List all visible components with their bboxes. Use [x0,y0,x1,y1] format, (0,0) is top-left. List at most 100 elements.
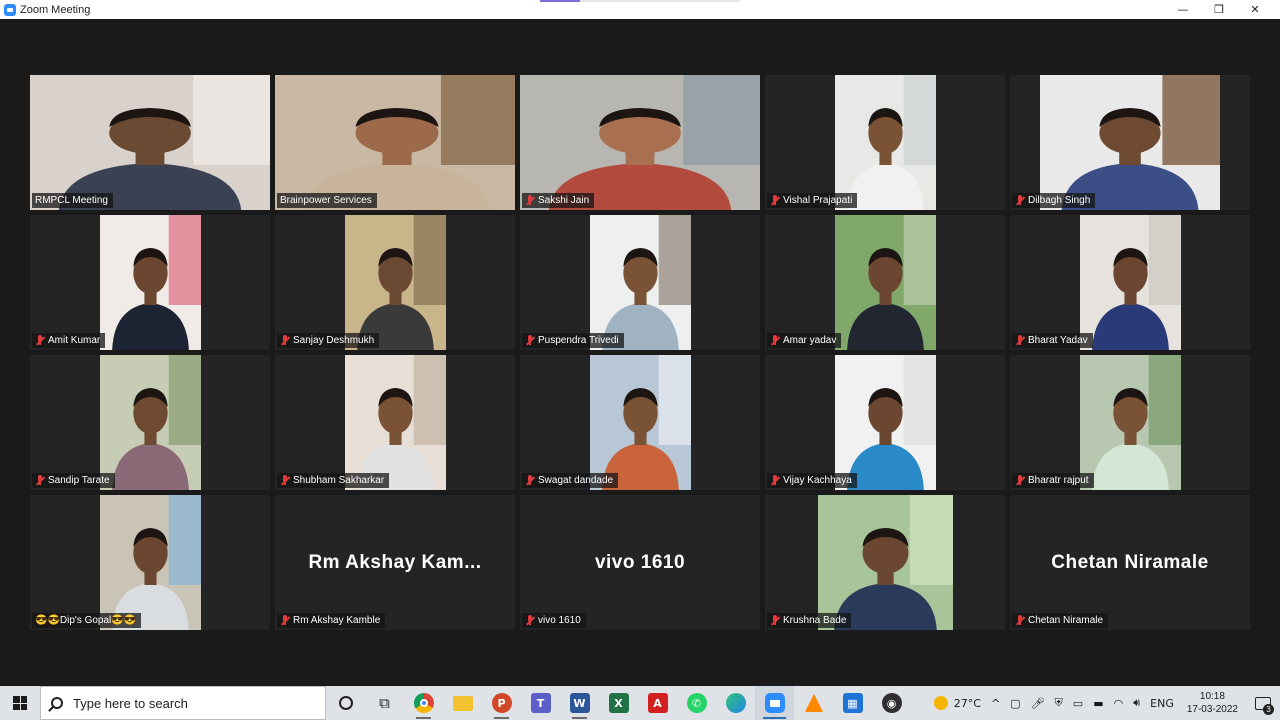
participant-video [100,355,201,490]
participant-name-tag: vivo 1610 [522,613,586,628]
taskbar-search[interactable] [40,686,326,720]
excel-icon: X [608,693,629,713]
participant-tile[interactable]: Shubham Sakharkar [275,355,515,490]
task-view-icon: ⧉ [379,694,390,712]
action-center-button[interactable]: 3 [1246,686,1280,720]
participant-video [100,215,201,350]
clock-time: 10:18 [1199,691,1225,702]
maximize-button[interactable]: ❐ [1201,0,1237,19]
participant-name: Vishal Prajapati [783,195,853,206]
participant-tile[interactable]: Amar yadav [765,215,1005,350]
muted-mic-icon [1015,475,1025,486]
teams-icon: T [530,693,551,713]
participant-tile[interactable]: Bharat Yadav [1010,215,1250,350]
battery-icon[interactable]: ▬ [1088,686,1108,720]
excel-app[interactable]: X [599,686,638,720]
task-view-button[interactable]: ⧉ [365,686,404,720]
participant-tile[interactable]: Rm Akshay Kam... Rm Akshay Kamble [275,495,515,630]
muted-mic-icon [525,335,535,346]
muted-mic-icon [770,615,780,626]
participant-tile[interactable]: Sanjay Deshmukh [275,215,515,350]
participant-tile[interactable]: Chetan Niramale Chetan Niramale [1010,495,1250,630]
participant-tile[interactable]: Sakshi Jain [520,75,760,210]
whatsapp-app[interactable]: ✆ [677,686,716,720]
participant-tile[interactable]: Puspendra Trivedi [520,215,760,350]
participant-tile[interactable]: Vishal Prajapati [765,75,1005,210]
muted-mic-icon [525,195,535,206]
participant-display-name: Chetan Niramale [1051,551,1209,573]
participant-name: Sanjay Deshmukh [293,335,375,346]
muted-mic-icon [770,195,780,206]
cortana-button[interactable] [326,686,365,720]
search-icon [51,697,63,709]
participant-tile[interactable]: RMPCL Meeting [30,75,270,210]
taskbar: ⧉ P T W X A ✆ ▦ ◉ 27°C ^ ▢ [0,686,1280,720]
participant-name: Brainpower Services [280,195,372,206]
participant-name: Sandip Tarate [48,475,110,486]
participant-name: Dilbagh Singh [1028,195,1091,206]
weather-widget[interactable]: 27°C [929,686,986,720]
participant-tile[interactable]: Sandip Tarate [30,355,270,490]
participant-tile[interactable]: Swagat dandade [520,355,760,490]
teams-app[interactable]: T [521,686,560,720]
participant-video [345,215,446,350]
taskbar-clock[interactable]: 10:18 17-03-2022 [1179,690,1246,716]
participant-tile[interactable]: Vijay Kachhaya [765,355,1005,490]
word-app[interactable]: W [560,686,599,720]
participant-tile[interactable]: Amit Kumar [30,215,270,350]
participant-name-tag: Rm Akshay Kamble [277,613,386,628]
participant-name-tag: Sanjay Deshmukh [277,333,380,348]
muted-mic-icon [1015,615,1025,626]
muted-mic-icon [770,475,780,486]
muted-mic-icon [525,615,535,626]
minimize-button[interactable]: — [1165,0,1201,19]
show-hidden-icons[interactable]: ^ [986,686,1005,720]
muted-mic-icon [1015,335,1025,346]
participant-name: Chetan Niramale [1028,615,1104,626]
participant-name: Sakshi Jain [538,195,590,206]
notification-count: 3 [1263,704,1274,715]
file-explorer-app[interactable] [443,686,482,720]
chrome-app[interactable] [404,686,443,720]
top-strip-track [580,0,740,2]
security-icon[interactable]: ⛨ [1050,686,1068,720]
participant-display-name: vivo 1610 [594,551,686,573]
participant-video [590,215,691,350]
language-indicator[interactable]: ENG [1145,686,1179,720]
whatsapp-icon: ✆ [686,693,707,713]
meet-now-icon[interactable]: ▢ [1005,686,1025,720]
participant-tile[interactable]: Krushna Bade [765,495,1005,630]
microphone-icon[interactable]: 🎤︎ [1026,686,1050,720]
participant-tile[interactable]: Bharatr rajput [1010,355,1250,490]
participant-name-tag: Swagat dandade [522,473,619,488]
participant-name-tag: Vishal Prajapati [767,193,858,208]
sun-icon [933,696,948,710]
participant-video [1040,75,1220,210]
wifi-icon[interactable]: ◠ [1109,686,1129,720]
search-input[interactable] [73,695,303,711]
calendar-app[interactable]: ▦ [833,686,872,720]
participant-tile[interactable]: Brainpower Services [275,75,515,210]
chrome-icon [413,693,434,713]
participant-tile[interactable]: vivo 1610 vivo 1610 [520,495,760,630]
participant-video [345,355,446,490]
participant-name-tag: Sandip Tarate [32,473,115,488]
participant-tile[interactable]: 😎😎Dip's Gopal😎😎 [30,495,270,630]
acrobat-app[interactable]: A [638,686,677,720]
windows-logo-icon [13,696,27,710]
muted-mic-icon [280,335,290,346]
participant-tile[interactable]: Dilbagh Singh [1010,75,1250,210]
start-button[interactable] [0,686,40,720]
vlc-app[interactable] [794,686,833,720]
close-button[interactable]: ✕ [1237,0,1273,19]
obs-app[interactable]: ◉ [872,686,911,720]
volume-icon[interactable]: 🔊︎ [1128,686,1145,720]
edge-icon [725,693,746,713]
display-icon[interactable]: ▭ [1068,686,1088,720]
participant-name-tag: RMPCL Meeting [32,193,113,208]
powerpoint-app[interactable]: P [482,686,521,720]
participant-name: Bharatr rajput [1028,475,1089,486]
chevron-up-icon: ^ [990,696,1001,710]
edge-app[interactable] [716,686,755,720]
zoom-app[interactable] [755,686,794,720]
